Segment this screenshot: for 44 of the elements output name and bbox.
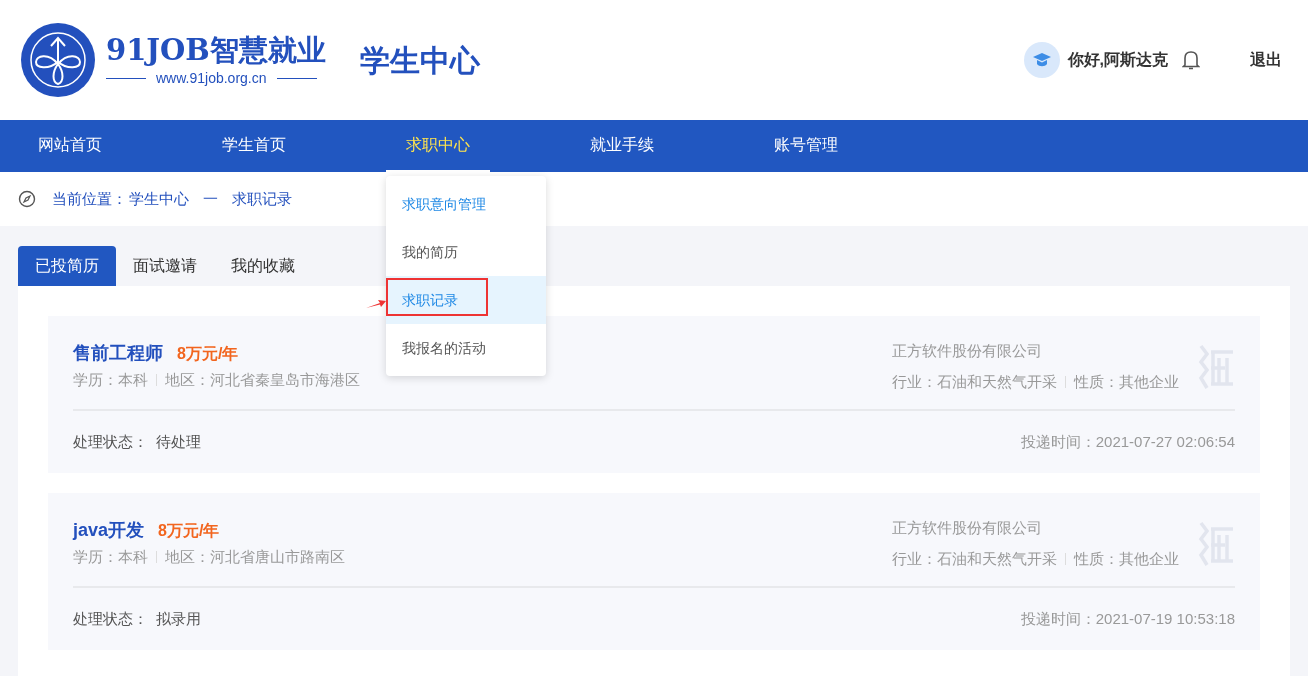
status-label: 处理状态：: [73, 431, 148, 452]
status-label: 处理状态：: [73, 608, 148, 629]
breadcrumb-item[interactable]: 学生中心: [129, 187, 189, 211]
dropdown-item[interactable]: 求职意向管理: [386, 180, 546, 228]
salary: 8万元/年: [177, 344, 239, 364]
compass-icon: [18, 190, 36, 208]
status-value: 拟录用: [156, 608, 201, 629]
brand-url: www.91job.org.cn: [156, 68, 267, 88]
submit-time: 投递时间：2021-07-27 02:06:54: [1020, 431, 1235, 452]
nature-text: 性质：其他企业: [1074, 371, 1179, 392]
user-greeting: 你好,阿斯达克: [1067, 50, 1168, 70]
dropdown-item[interactable]: 我报名的活动: [386, 324, 546, 372]
dropdown-item[interactable]: 求职记录: [386, 276, 546, 324]
region-text: 地区：河北省秦皇岛市海港区: [165, 370, 360, 390]
region-text: 地区：河北省唐山市路南区: [165, 547, 345, 567]
salary: 8万元/年: [158, 521, 220, 541]
job-title[interactable]: 售前工程师: [73, 340, 163, 367]
industry-text: 行业：石油和天然气开采: [892, 371, 1057, 392]
breadcrumb-item: 求职记录: [232, 188, 292, 209]
education-text: 学历：本科: [73, 547, 148, 567]
tab[interactable]: 已投简历: [18, 246, 116, 286]
job-title[interactable]: java开发: [73, 517, 145, 544]
status-value: 待处理: [156, 431, 201, 452]
logo-emblem-icon: [20, 22, 96, 98]
bell-icon[interactable]: [1182, 49, 1200, 71]
nav-item[interactable]: 账号管理: [754, 120, 858, 172]
tab[interactable]: 我的收藏: [214, 246, 312, 286]
nav-item[interactable]: 学生首页: [202, 120, 306, 172]
page-title: 学生中心: [359, 42, 480, 79]
breadcrumb-item: 一: [203, 188, 218, 209]
nature-text: 性质：其他企业: [1074, 548, 1179, 569]
industry-text: 行业：石油和天然气开采: [892, 548, 1057, 569]
submit-time: 投递时间：2021-07-19 10:53:18: [1020, 608, 1235, 629]
nav-item[interactable]: 就业手续: [570, 120, 674, 172]
breadcrumb-label: 当前位置：: [52, 188, 127, 209]
record-card[interactable]: java开发 8万元/年 学历：本科 地区：河北省唐山市路南区 正方软件股份有限公司 行业：石油和天然气开采 性质：其他企业 处理状态： 拟录用 投递时间：2021-07-19 10:53:18: [48, 493, 1260, 650]
avatar-icon[interactable]: [1023, 42, 1060, 78]
nav-item[interactable]: 网站首页: [18, 120, 122, 172]
brand-name: 91JOB智慧就业: [106, 31, 326, 68]
tab[interactable]: 面试邀请: [116, 246, 214, 286]
logout-button[interactable]: 退出: [1250, 48, 1282, 72]
education-text: 学历：本科: [73, 370, 148, 390]
dropdown-item[interactable]: 我的简历: [386, 228, 546, 276]
arrow-icon: [366, 298, 386, 310]
